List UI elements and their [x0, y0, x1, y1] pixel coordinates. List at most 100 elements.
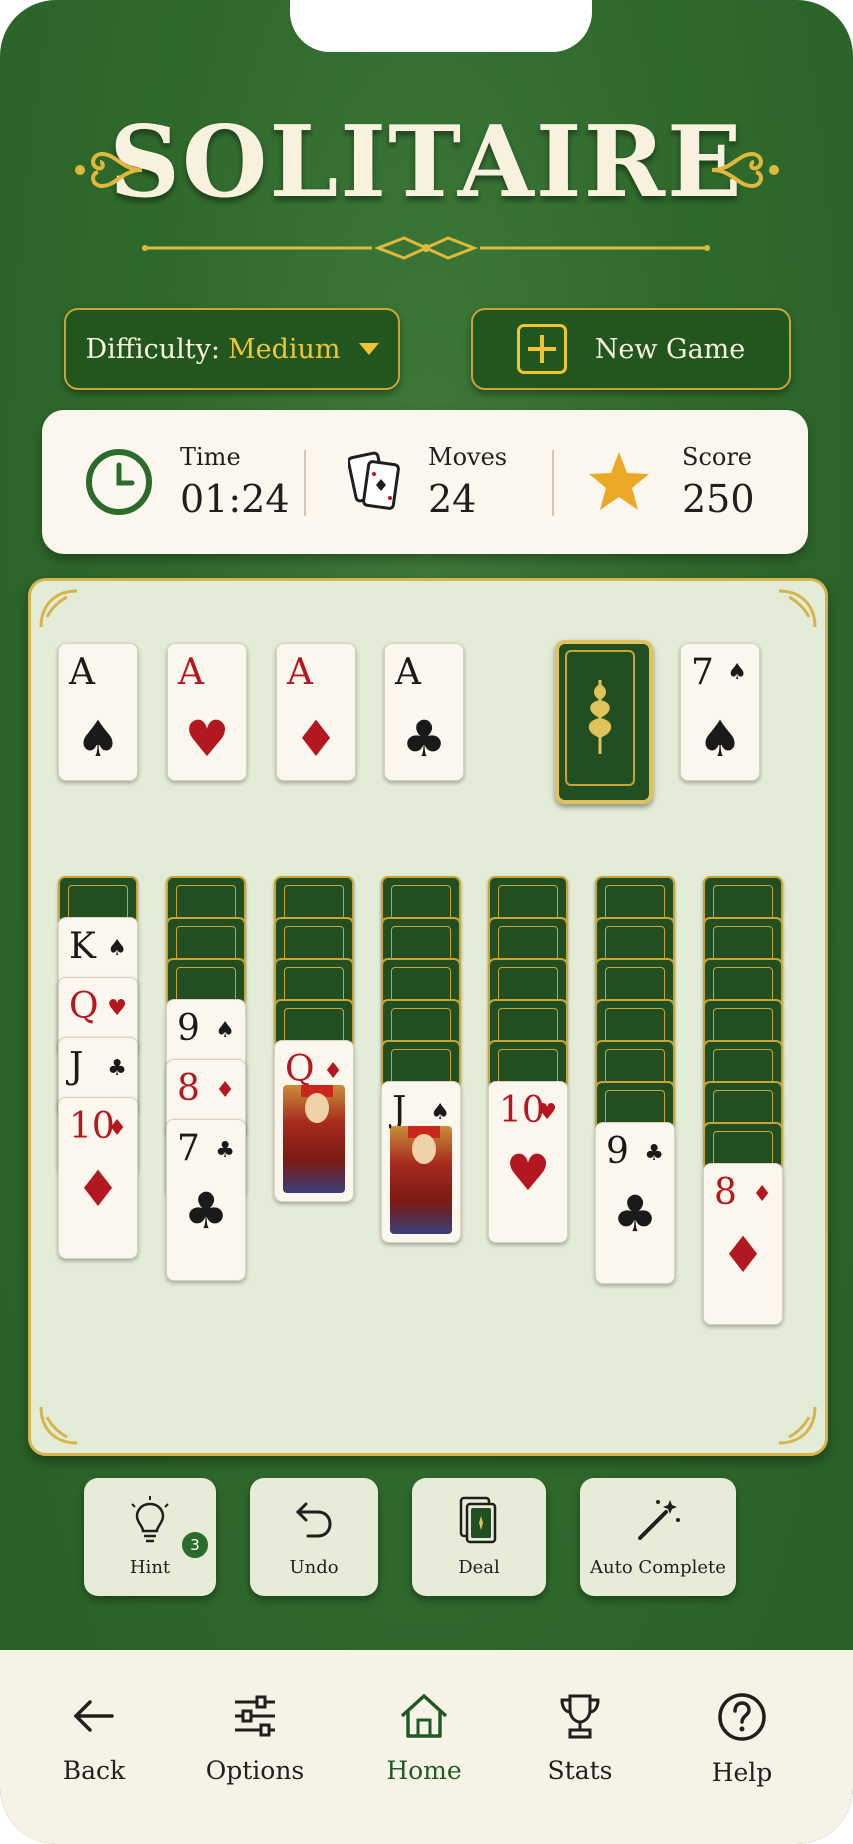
card-rank: J: [392, 1090, 407, 1131]
nav-stats[interactable]: Stats: [520, 1692, 640, 1785]
card-suit-icon: ♦: [215, 1078, 235, 1103]
device-notch: [290, 0, 592, 52]
card-rank: A: [69, 652, 95, 693]
tableau-card[interactable]: 10 ♥ ♥: [488, 1081, 568, 1243]
card-suit-icon: ♠: [430, 1100, 450, 1125]
nav-back[interactable]: Back: [34, 1692, 154, 1785]
card-rank: Q: [285, 1049, 315, 1090]
card-suit-icon: ♣: [215, 1138, 235, 1163]
trophy-icon: [560, 1694, 600, 1739]
card-suit-icon: ♣: [183, 1182, 229, 1240]
auto-complete-label: Auto Complete: [590, 1557, 726, 1578]
face-card-portrait: [390, 1126, 452, 1234]
card-suit-icon: ♦: [752, 1182, 772, 1207]
nav-home[interactable]: Home: [364, 1692, 484, 1785]
clock-icon: [86, 449, 152, 515]
card-rank: 8: [177, 1068, 200, 1109]
title-divider-icon: [142, 236, 710, 260]
undo-label: Undo: [289, 1557, 339, 1578]
card-rank: 7: [691, 652, 714, 693]
new-game-label: New Game: [594, 333, 746, 365]
head-icon: [412, 1134, 436, 1164]
nav-home-label: Home: [386, 1756, 462, 1785]
flourish-left-icon: [75, 151, 143, 189]
corner-ornament-icon: [39, 1406, 78, 1445]
tableau-card[interactable]: 8 ♦ ♦: [703, 1163, 783, 1325]
waste-pile[interactable]: 7 ♠ ♠: [680, 643, 760, 781]
cards-icon: [348, 451, 400, 510]
stats-divider: [552, 450, 554, 516]
tableau-card[interactable]: J ♠: [381, 1081, 461, 1243]
stats-panel: Time 01:24 Moves 24 Score 250: [42, 410, 808, 554]
card-suit-icon: ♠: [215, 1018, 235, 1043]
card-rank: 9: [606, 1131, 629, 1172]
home-icon: [400, 1694, 448, 1738]
leaf-ornament-icon: [565, 650, 635, 786]
moves-value: 24: [428, 477, 477, 521]
nav-help[interactable]: Help: [682, 1692, 802, 1787]
difficulty-dropdown[interactable]: Difficulty: Medium: [64, 308, 400, 390]
moves-label: Moves: [428, 443, 508, 471]
hint-count-badge: 3: [180, 1530, 210, 1560]
card-rank: Q: [69, 986, 99, 1027]
card-rank: 7: [177, 1128, 200, 1169]
deal-label: Deal: [458, 1557, 500, 1578]
difficulty-label: Difficulty:: [85, 333, 220, 365]
card-rank: 8: [714, 1172, 737, 1213]
undo-button[interactable]: Undo: [250, 1478, 378, 1596]
difficulty-value: Medium: [227, 333, 341, 365]
card-suit-icon: ♥: [184, 710, 230, 768]
tableau-card[interactable]: Q ♦: [274, 1040, 354, 1202]
help-icon: [718, 1693, 766, 1741]
tableau-card[interactable]: 10 ♦ ♦: [58, 1097, 138, 1259]
card-suit-icon: ♠: [697, 710, 743, 768]
card-rank: A: [178, 652, 204, 693]
card-suit-icon: ♣: [644, 1141, 664, 1166]
plus-icon: [516, 324, 567, 374]
card-suit-icon: ♥: [537, 1100, 557, 1125]
card-suit-icon: ♦: [720, 1226, 766, 1284]
foundation-pile[interactable]: A ♠: [58, 643, 138, 781]
card-suit-icon: ♠: [107, 936, 127, 961]
score-label: Score: [682, 443, 753, 471]
moves-stat: Moves 24: [348, 410, 507, 554]
card-rank: A: [287, 652, 313, 693]
auto-complete-button[interactable]: Auto Complete: [580, 1478, 736, 1596]
foundation-pile[interactable]: A ♥: [167, 643, 247, 781]
deal-button[interactable]: Deal: [412, 1478, 546, 1596]
hint-label: Hint: [129, 1557, 171, 1578]
foundation-pile[interactable]: A ♣: [384, 643, 464, 781]
chevron-down-icon: [358, 343, 379, 355]
card-suit-icon: ♥: [505, 1144, 551, 1202]
score-stat: Score 250: [586, 410, 755, 554]
card-rank: A: [395, 652, 421, 693]
head-icon: [305, 1093, 329, 1123]
deck-icon: [459, 1496, 497, 1544]
nav-options-label: Options: [205, 1756, 305, 1785]
card-suit-icon: ♦: [75, 1160, 121, 1218]
card-suit-icon: ♦: [107, 1116, 127, 1141]
time-stat: Time 01:24: [84, 410, 290, 554]
tableau-card[interactable]: 9 ♣ ♣: [595, 1122, 675, 1284]
face-card-portrait: [283, 1085, 345, 1193]
new-game-button[interactable]: New Game: [471, 308, 791, 390]
hint-button[interactable]: 3 Hint: [84, 1478, 216, 1596]
stock-pile[interactable]: [555, 640, 653, 804]
foundation-pile[interactable]: A ♦: [276, 643, 356, 781]
corner-ornament-icon: [778, 589, 817, 628]
card-rank: J: [69, 1046, 84, 1087]
corner-ornament-icon: [778, 1406, 817, 1445]
tableau-card[interactable]: 7 ♣ ♣: [166, 1119, 246, 1281]
card-suit-icon: ♥: [107, 996, 127, 1021]
card-suit-icon: ♣: [612, 1185, 658, 1243]
time-label: Time: [180, 443, 241, 471]
back-arrow-icon: [73, 1700, 114, 1732]
time-value: 01:24: [180, 477, 290, 521]
undo-icon: [295, 1502, 332, 1538]
nav-options[interactable]: Options: [195, 1692, 315, 1785]
magic-wand-icon: [638, 1500, 680, 1540]
card-rank: K: [69, 926, 96, 967]
card-suit-icon: ♦: [323, 1059, 343, 1084]
card-suit-icon: ♦: [293, 710, 339, 768]
nav-back-label: Back: [62, 1756, 126, 1785]
